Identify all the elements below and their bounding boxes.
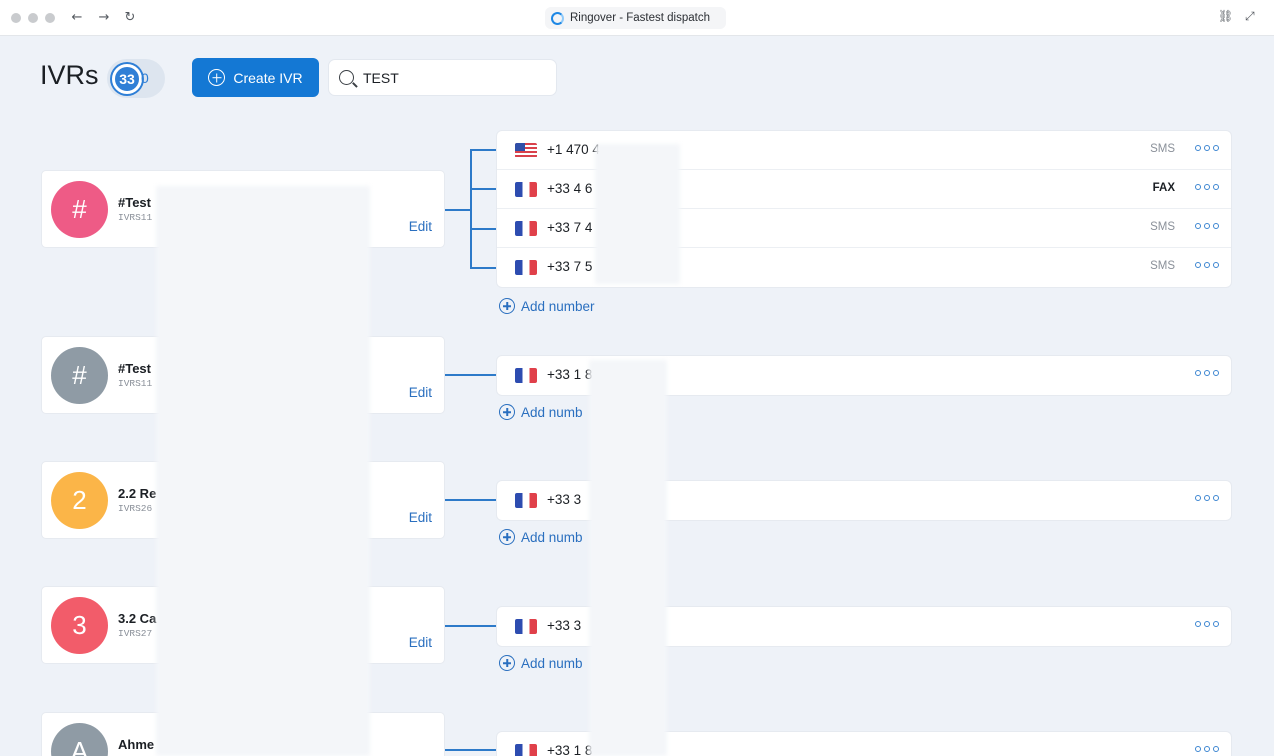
ivr-id: IVRS26 — [118, 503, 153, 514]
more-options-icon[interactable] — [1195, 370, 1219, 376]
more-options-icon[interactable] — [1195, 621, 1219, 627]
browser-tab[interactable]: Ringover - Fastest dispatch — [545, 7, 726, 29]
fr-flag-icon — [515, 260, 537, 275]
plus-circle-icon — [499, 404, 515, 420]
redacted-area — [156, 186, 370, 756]
tab-title-text: Ringover - Fastest dispatch — [570, 12, 710, 24]
phone-number: +33 3 — [547, 618, 582, 633]
edit-ivr-link[interactable]: Edit — [409, 635, 432, 650]
connector-line — [470, 267, 496, 269]
sms-tag: SMS — [1150, 143, 1175, 155]
reload-icon[interactable]: ↻ — [120, 8, 140, 28]
us-flag-icon — [515, 143, 537, 158]
close-window-dot[interactable] — [11, 13, 21, 23]
plus-circle-icon — [499, 298, 515, 314]
minimize-window-dot[interactable] — [28, 13, 38, 23]
search-input[interactable] — [363, 69, 533, 86]
more-options-icon[interactable] — [1195, 746, 1219, 752]
edit-ivr-link[interactable]: Edit — [409, 510, 432, 525]
back-arrow-icon[interactable]: ← — [67, 8, 87, 28]
more-options-icon[interactable] — [1195, 145, 1219, 151]
sms-tag: SMS — [1150, 221, 1175, 233]
connector-line — [470, 149, 496, 151]
phone-number: +33 1 8 — [547, 743, 593, 756]
link-icon[interactable]: ⛓ — [1218, 9, 1233, 23]
add-number-button[interactable]: Add numb — [499, 529, 583, 545]
add-number-label: Add number — [521, 298, 595, 314]
window-controls[interactable] — [11, 13, 55, 23]
browser-toolbar: ← → ↻ Ringover - Fastest dispatch ⛓ ⤢ — [0, 0, 1274, 36]
create-ivr-label: Create IVR — [233, 69, 303, 86]
connector-line — [470, 228, 496, 230]
fr-flag-icon — [515, 182, 537, 197]
phone-number: +33 7 4 — [547, 220, 593, 235]
phone-number: +33 4 6 — [547, 181, 593, 196]
fr-flag-icon — [515, 368, 537, 383]
connector-line — [470, 149, 472, 269]
fr-flag-icon — [515, 744, 537, 756]
ivr-avatar: # — [51, 347, 108, 404]
more-options-icon[interactable] — [1195, 262, 1219, 268]
ivr-count-badge: 33 — [112, 64, 142, 94]
phone-number: +33 1 8 — [547, 367, 593, 382]
phone-number: +33 3 — [547, 492, 582, 507]
ivr-name: #Test — [118, 195, 151, 210]
connector-line — [445, 749, 496, 751]
phone-number: +33 7 5 — [547, 259, 593, 274]
add-number-button[interactable]: Add number — [499, 298, 595, 314]
plus-circle-icon — [208, 69, 226, 86]
plus-circle-icon — [499, 529, 515, 545]
add-number-button[interactable]: Add numb — [499, 655, 583, 671]
connector-line — [445, 374, 496, 376]
edit-ivr-link[interactable]: Edit — [409, 385, 432, 400]
ivr-id: IVRS27 — [118, 628, 153, 639]
more-options-icon[interactable] — [1195, 495, 1219, 501]
more-options-icon[interactable] — [1195, 223, 1219, 229]
maximize-window-dot[interactable] — [45, 13, 55, 23]
add-number-button[interactable]: Add numb — [499, 404, 583, 420]
fr-flag-icon — [515, 619, 537, 634]
search-box[interactable] — [328, 59, 557, 96]
ivr-avatar: # — [51, 181, 108, 238]
add-number-label: Add numb — [521, 655, 583, 671]
ivr-id: IVRS11 — [118, 378, 153, 389]
ivr-id: IVRS11 — [118, 212, 153, 223]
plus-circle-icon — [499, 655, 515, 671]
page-title: IVRs — [40, 60, 99, 90]
fr-flag-icon — [515, 493, 537, 508]
expand-icon[interactable]: ⤢ — [1245, 9, 1255, 24]
edit-ivr-link[interactable]: Edit — [409, 219, 432, 234]
fr-flag-icon — [515, 221, 537, 236]
fax-tag: FAX — [1152, 182, 1175, 194]
redacted-area — [589, 360, 667, 756]
ringover-logo-icon — [551, 11, 564, 25]
search-icon — [339, 70, 354, 85]
sms-tag: SMS — [1150, 260, 1175, 272]
connector-line — [445, 499, 496, 501]
ivr-name: #Test — [118, 361, 151, 376]
redacted-area — [595, 144, 680, 284]
ivr-name: 2.2 Re — [118, 486, 157, 501]
create-ivr-button[interactable]: Create IVR — [192, 58, 319, 97]
connector-line — [445, 625, 496, 627]
connector-line — [470, 188, 496, 190]
phone-number: +1 470 4 — [547, 142, 600, 157]
add-number-label: Add numb — [521, 529, 583, 545]
ivr-avatar: 3 — [51, 597, 108, 654]
ivr-count-tail: 0 — [141, 70, 149, 86]
ivr-avatar: A — [51, 723, 108, 756]
ivr-name: 3.2 Ca — [118, 611, 157, 626]
connector-line — [445, 209, 471, 211]
ivr-avatar: 2 — [51, 472, 108, 529]
more-options-icon[interactable] — [1195, 184, 1219, 190]
forward-arrow-icon[interactable]: → — [94, 8, 114, 28]
add-number-label: Add numb — [521, 404, 583, 420]
ivr-name: Ahme — [118, 737, 155, 752]
